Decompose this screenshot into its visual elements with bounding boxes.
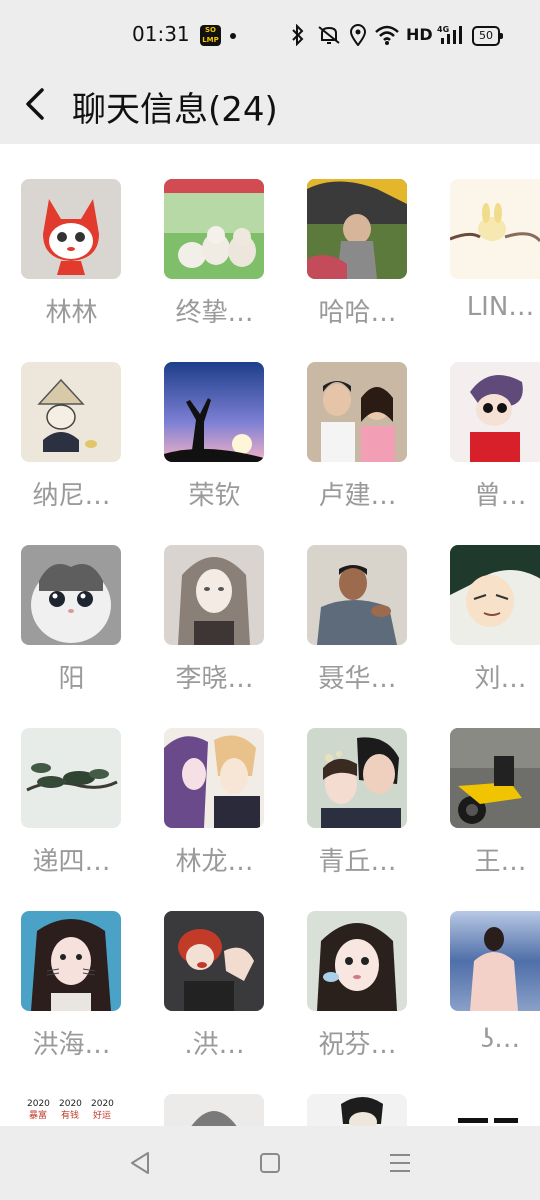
member-item[interactable]: 林龙… [143,693,286,877]
signal-icon: 4G [437,25,462,44]
member-item[interactable] [286,1059,429,1126]
member-name: 聂华… [318,664,397,694]
member-item[interactable]: 纳尼… [0,327,143,511]
member-item[interactable]: 青丘… [286,693,429,877]
member-name: 李晓… [175,664,254,694]
member-avatar[interactable] [307,1094,407,1126]
member-avatar[interactable] [450,545,540,645]
mute-icon [318,26,340,44]
member-avatar[interactable] [21,545,121,645]
member-avatar[interactable] [307,179,407,279]
notification-dot [230,33,236,39]
status-time: 01:31 [132,22,190,46]
member-name: .洪… [184,1030,245,1060]
member-name: 荣钦 [188,481,241,511]
member-avatar[interactable] [450,728,540,828]
chat-info-header: 聊天信息(24) [0,70,540,144]
member-avatar[interactable] [164,179,264,279]
member-name: 刘… [474,664,527,694]
member-name: 曾… [474,481,527,511]
member-name: 终挚… [175,298,254,328]
member-name: 青丘… [318,847,397,877]
triangle-back-icon[interactable] [126,1148,156,1178]
wish-label: 暴富 [29,1109,47,1121]
year-label: 2020 [27,1099,50,1109]
member-name: 洪海… [32,1030,111,1060]
battery-indicator: 50 [472,26,503,46]
member-item[interactable]: 李晓… [143,510,286,694]
bluetooth-icon [292,24,304,46]
member-item[interactable]: 曾… [429,327,540,511]
year-label: 2020 [91,1099,114,1109]
member-item[interactable] [143,1059,286,1126]
member-item[interactable]: 荣钦 [143,327,286,511]
member-name: 祝芬… [318,1030,397,1060]
member-name: 林林 [45,298,98,328]
member-name: 阳 [58,664,85,694]
member-avatar[interactable] [164,1094,264,1126]
menu-lines-icon[interactable] [385,1148,415,1178]
member-item[interactable]: 王… [429,693,540,877]
year-label: 2020 [59,1099,82,1109]
member-avatar[interactable]: 2020 2020 2020 暴富 有钱 好运 [21,1094,121,1126]
member-item[interactable]: 林林 [0,144,143,328]
member-avatar[interactable] [307,728,407,828]
hd-label: HD [406,25,433,44]
member-item[interactable]: 洪海… [0,876,143,1060]
member-name: LIN… [466,292,535,322]
member-name: 递四… [32,847,111,877]
member-avatar[interactable] [307,362,407,462]
member-avatar[interactable] [164,728,264,828]
member-item[interactable]: LIN… [429,144,540,327]
member-avatar[interactable] [164,911,264,1011]
notification-app-icon: SO LMP [200,25,221,46]
member-name: 纳尼… [32,481,111,511]
member-avatar[interactable] [164,362,264,462]
member-avatar[interactable] [450,179,540,279]
square-home-icon[interactable] [255,1148,285,1178]
member-name: 哈哈… [318,298,397,328]
member-avatar[interactable] [307,911,407,1011]
member-name: 林龙… [175,847,254,877]
member-avatar[interactable] [450,1094,540,1126]
page-title: 聊天信息(24) [72,90,278,130]
member-item[interactable]: 阳 [0,510,143,694]
system-nav-bar [0,1126,540,1200]
member-avatar[interactable] [21,728,121,828]
member-avatar[interactable] [307,545,407,645]
member-item[interactable]: ʖ… [429,876,540,1059]
member-grid: 林林 终挚… 哈哈… LIN… 纳尼… 荣钦 卢建… 曾… 阳 李晓… 聂华… … [0,144,540,1126]
member-avatar[interactable] [21,179,121,279]
member-avatar[interactable] [21,362,121,462]
network-type-label: 4G [437,25,449,34]
member-item[interactable]: .洪… [143,876,286,1060]
status-bar: 01:31 SO LMP HD 4G 50 [0,0,540,70]
member-item[interactable]: 终挚… [143,144,286,328]
wish-label: 有钱 [61,1109,79,1121]
member-item[interactable]: 2020 2020 2020 暴富 有钱 好运 [0,1059,143,1126]
member-item[interactable] [429,1059,540,1126]
member-item[interactable]: 祝芬… [286,876,429,1060]
member-item[interactable]: 聂华… [286,510,429,694]
location-icon [350,24,366,46]
member-avatar[interactable] [164,545,264,645]
member-name: 卢建… [318,481,397,511]
member-name: ʖ… [480,1024,521,1054]
member-avatar[interactable] [450,911,540,1011]
member-avatar[interactable] [450,362,540,462]
wifi-icon [375,25,399,45]
member-item[interactable]: 刘… [429,510,540,694]
wish-label: 好运 [93,1109,111,1121]
member-name: 王… [474,847,527,877]
member-avatar[interactable] [21,911,121,1011]
member-item[interactable]: 卢建… [286,327,429,511]
chevron-left-icon[interactable] [22,84,52,124]
member-item[interactable]: 哈哈… [286,144,429,328]
member-item[interactable]: 递四… [0,693,143,877]
